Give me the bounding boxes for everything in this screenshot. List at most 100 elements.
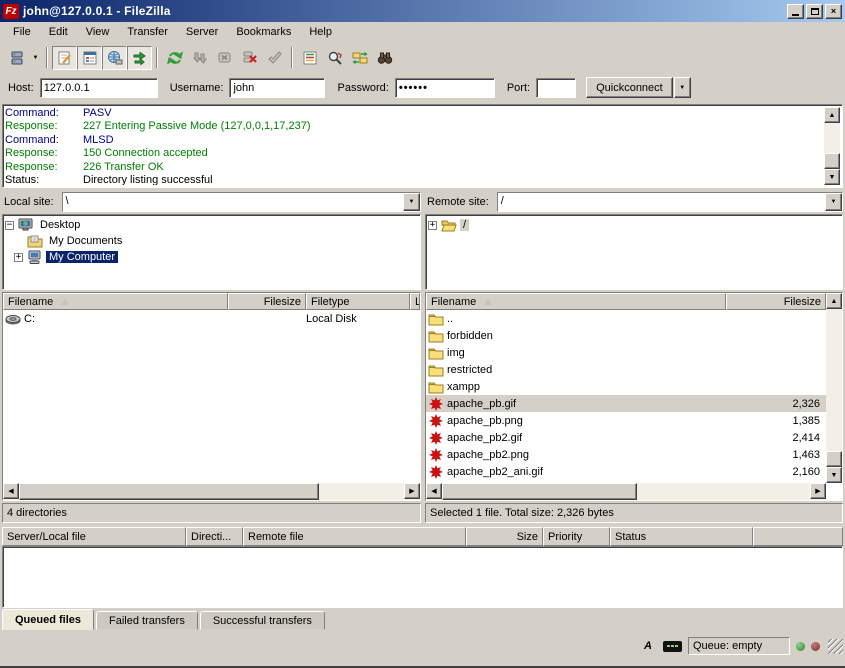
remote-file-row[interactable]: xampp (426, 378, 826, 395)
expand-icon[interactable]: + (428, 221, 437, 230)
quickconnect-dropdown[interactable]: ▼ (674, 77, 691, 98)
tab-successful-transfers[interactable]: Successful transfers (200, 611, 325, 630)
scroll-down-icon[interactable]: ▼ (826, 467, 842, 483)
scrollbar-thumb[interactable] (442, 483, 637, 500)
menu-server[interactable]: Server (177, 24, 227, 40)
menu-help[interactable]: Help (300, 24, 341, 40)
site-manager-button[interactable] (4, 46, 29, 70)
remote-file-row-selected[interactable]: apache_pb.gif 2,326 (426, 395, 826, 412)
log-scrollbar[interactable]: ▲ ▼ (824, 107, 840, 185)
scroll-right-icon[interactable]: ▶ (810, 483, 826, 499)
remote-hscrollbar[interactable]: ◀ ▶ (426, 483, 826, 500)
toggle-remote-tree-button[interactable] (102, 46, 127, 70)
synchronized-browsing-button[interactable] (347, 46, 372, 70)
local-hscrollbar[interactable]: ◀ ▶ (3, 483, 420, 500)
remote-file-row[interactable]: restricted (426, 361, 826, 378)
filezilla-logo-icon: Fz (3, 4, 19, 19)
tree-label: My Documents (46, 235, 125, 247)
scrollbar-track[interactable] (824, 123, 840, 153)
process-queue-icon (192, 50, 208, 66)
remote-file-row[interactable]: .. (426, 310, 826, 327)
maximize-button[interactable] (806, 4, 823, 19)
column-header-filesize[interactable]: Filesize (726, 293, 826, 310)
column-header-status[interactable]: Status (610, 527, 753, 546)
local-pane: Local site: \ ▼ − Desktop My Documents + (2, 191, 421, 523)
tree-label: Desktop (37, 219, 83, 231)
process-queue-button[interactable] (187, 46, 212, 70)
quickconnect-button[interactable]: Quickconnect (586, 77, 673, 98)
tree-item-my-computer[interactable]: + My Computer (5, 249, 418, 265)
remote-file-row[interactable]: apache_pb2.gif 2,414 (426, 429, 826, 446)
username-input[interactable] (229, 78, 325, 98)
remote-file-row[interactable]: img (426, 344, 826, 361)
remote-vscrollbar[interactable]: ▲ ▼ (826, 293, 842, 483)
username-label: Username: (170, 82, 224, 94)
queue-list[interactable] (2, 546, 843, 608)
directory-comparison-button[interactable] (372, 46, 397, 70)
filter-button[interactable] (297, 46, 322, 70)
remote-file-row[interactable]: apache_pb.png 1,385 (426, 412, 826, 429)
resize-grip[interactable] (828, 639, 843, 654)
remote-site-value: / (498, 193, 825, 211)
disconnect-button[interactable] (237, 46, 262, 70)
collapse-icon[interactable]: − (5, 221, 14, 230)
local-file-row[interactable]: C: Local Disk (3, 310, 420, 327)
column-header-filetype[interactable]: Filetype (306, 293, 410, 310)
scrollbar-track[interactable] (319, 483, 404, 500)
scrollbar-thumb[interactable] (19, 483, 319, 500)
scroll-left-icon[interactable]: ◀ (3, 483, 19, 499)
remote-file-row[interactable]: forbidden (426, 327, 826, 344)
password-input[interactable] (395, 78, 495, 98)
tree-item-my-documents[interactable]: My Documents (5, 233, 418, 249)
column-header-direction[interactable]: Directi... (186, 527, 243, 546)
site-manager-dropdown[interactable]: ▼ (29, 46, 42, 70)
column-header-filesize[interactable]: Filesize (228, 293, 306, 310)
tab-queued-files[interactable]: Queued files (2, 609, 94, 630)
scroll-down-icon[interactable]: ▼ (824, 169, 840, 185)
column-header-priority[interactable]: Priority (543, 527, 610, 546)
menu-file[interactable]: File (4, 24, 40, 40)
tree-item-root[interactable]: + / (428, 217, 840, 233)
speed-limits-icon[interactable] (663, 641, 682, 652)
toggle-transfer-queue-button[interactable] (127, 46, 152, 70)
column-header-size[interactable]: Size (466, 527, 543, 546)
expand-icon[interactable]: + (14, 253, 23, 262)
scroll-up-icon[interactable]: ▲ (826, 293, 842, 309)
scroll-right-icon[interactable]: ▶ (404, 483, 420, 499)
column-header-server-local-file[interactable]: Server/Local file (2, 527, 186, 546)
menu-edit[interactable]: Edit (40, 24, 77, 40)
minimize-button[interactable] (787, 4, 804, 19)
close-button[interactable]: × (825, 4, 842, 19)
column-header-filename[interactable]: Filename (3, 293, 228, 310)
chevron-down-icon[interactable]: ▼ (403, 193, 420, 211)
column-header-last-modified[interactable]: L (410, 293, 420, 310)
scroll-up-icon[interactable]: ▲ (824, 107, 840, 123)
menu-view[interactable]: View (77, 24, 119, 40)
remote-file-row[interactable]: apache_pb2.png 1,463 (426, 446, 826, 463)
column-header-remote-file[interactable]: Remote file (243, 527, 466, 546)
scrollbar-track[interactable] (826, 309, 842, 451)
remote-site-combo[interactable]: / ▼ (497, 192, 843, 212)
column-header-filename[interactable]: Filename (426, 293, 726, 310)
reconnect-button[interactable] (262, 46, 287, 70)
local-site-combo[interactable]: \ ▼ (62, 192, 421, 212)
scrollbar-thumb[interactable] (826, 451, 842, 467)
host-input[interactable] (40, 78, 158, 98)
menu-bookmarks[interactable]: Bookmarks (227, 24, 300, 40)
file-search-button[interactable] (322, 46, 347, 70)
minimize-icon (792, 14, 799, 16)
chevron-down-icon[interactable]: ▼ (825, 193, 842, 211)
cancel-button[interactable] (212, 46, 237, 70)
refresh-button[interactable] (162, 46, 187, 70)
scrollbar-track[interactable] (637, 483, 810, 500)
port-input[interactable] (536, 78, 576, 98)
remote-file-row[interactable]: apache_pb2_ani.gif 2,160 (426, 463, 826, 480)
tree-item-desktop[interactable]: − Desktop (5, 217, 418, 233)
file-name: apache_pb2_ani.gif (447, 466, 726, 478)
toggle-local-tree-button[interactable] (77, 46, 102, 70)
scrollbar-thumb[interactable] (824, 153, 840, 169)
tab-failed-transfers[interactable]: Failed transfers (96, 611, 198, 630)
scroll-left-icon[interactable]: ◀ (426, 483, 442, 499)
menu-transfer[interactable]: Transfer (118, 24, 177, 40)
toggle-message-log-button[interactable] (52, 46, 77, 70)
